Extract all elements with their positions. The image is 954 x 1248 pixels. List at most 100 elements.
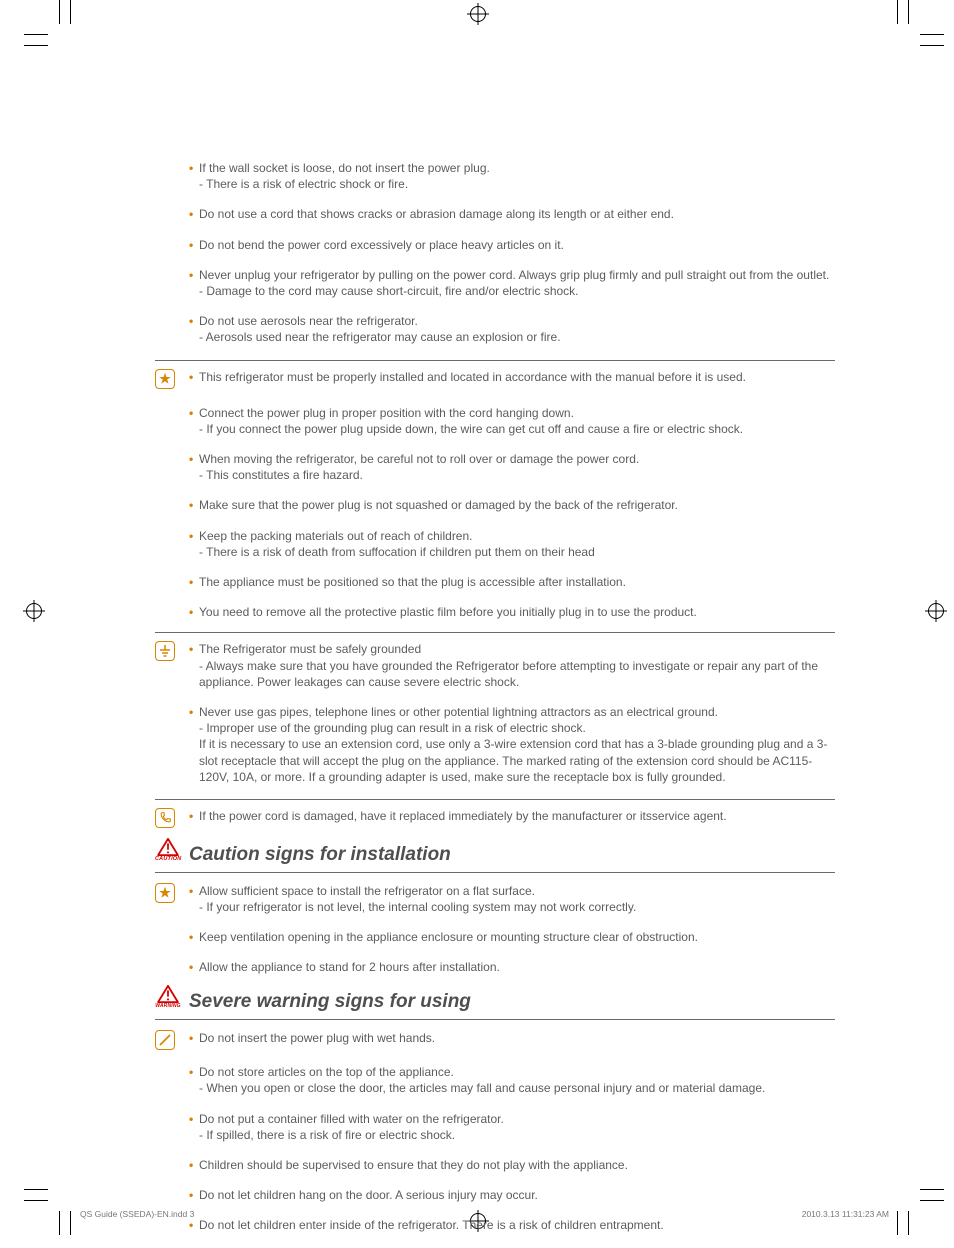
page: If the wall socket is loose, do not inse…	[0, 0, 954, 1235]
crop-mark-icon	[920, 1200, 944, 1201]
page-footer: QS Guide (SSEDA)-EN.indd 3 2010.3.13 11:…	[80, 1209, 889, 1220]
crop-mark-icon	[897, 0, 898, 24]
bullet-item: Never unplug your refrigerator by pullin…	[189, 267, 835, 299]
sub-list: There is a risk of electric shock or fir…	[199, 176, 835, 192]
bullet-text: Do not let children enter inside of the …	[199, 1218, 664, 1232]
crop-mark-icon	[24, 34, 48, 35]
bullet-text: Do not let children hang on the door. A …	[199, 1188, 538, 1202]
star-icon: ★	[155, 369, 175, 389]
footer-timestamp: 2010.3.13 11:31:23 AM	[802, 1209, 889, 1220]
crop-mark-icon	[24, 1189, 48, 1190]
sub-list: This constitutes a fire hazard.	[199, 467, 835, 483]
sub-item: When you open or close the door, the art…	[199, 1080, 835, 1096]
bullet-item: Do not store articles on the top of the …	[189, 1064, 835, 1096]
bullet-item: Connect the power plug in proper positio…	[189, 405, 835, 437]
bullet-text: The Refrigerator must be safely grounded	[199, 642, 421, 656]
caution-label: CAUTION	[155, 856, 181, 863]
bullet-group: ★ This refrigerator must be properly ins…	[155, 369, 835, 634]
bullet-group: The Refrigerator must be safely grounded…	[155, 641, 835, 800]
divider	[155, 632, 835, 633]
bullet-text: When moving the refrigerator, be careful…	[199, 452, 639, 466]
sub-list: If you connect the power plug upside dow…	[199, 421, 835, 437]
sub-item: There is a risk of electric shock or fir…	[199, 176, 835, 192]
sub-item: This constitutes a fire hazard.	[199, 467, 835, 483]
divider	[155, 799, 835, 800]
crop-mark-icon	[24, 1200, 48, 1201]
bullet-item: Do not let children hang on the door. A …	[189, 1187, 835, 1203]
bullet-item: Do not use a cord that shows cracks or a…	[189, 206, 835, 222]
bullet-item: If the wall socket is loose, do not inse…	[189, 160, 835, 192]
bullet-text: Keep ventilation opening in the applianc…	[199, 930, 698, 944]
bullet-text: Do not put a container filled with water…	[199, 1112, 504, 1126]
bullet-item: Children should be supervised to ensure …	[189, 1157, 835, 1173]
crop-mark-icon	[59, 1211, 60, 1235]
bullet-text: This refrigerator must be properly insta…	[199, 370, 746, 384]
sub-item: There is a risk of death from suffocatio…	[199, 544, 835, 560]
sub-list: Damage to the cord may cause short-circu…	[199, 283, 835, 299]
registration-mark-icon	[26, 603, 42, 619]
sub-list: Always make sure that you have grounded …	[199, 658, 835, 690]
bullet-text: Do not store articles on the top of the …	[199, 1065, 454, 1079]
bullet-list: Allow sufficient space to install the re…	[189, 883, 835, 976]
section-heading-caution: CAUTION Caution signs for installation	[155, 842, 835, 873]
bullet-item: Make sure that the power plug is not squ…	[189, 497, 835, 513]
bullet-list: This refrigerator must be properly insta…	[189, 369, 835, 621]
bullet-text: If the wall socket is loose, do not inse…	[199, 161, 490, 175]
warning-triangle-icon: WARNING	[155, 985, 181, 1010]
bullet-item: If the power cord is damaged, have it re…	[189, 808, 835, 824]
caution-triangle-icon: CAUTION	[155, 838, 181, 863]
section-title: Severe warning signs for using	[189, 991, 471, 1012]
bullet-list: Do not insert the power plug with wet ha…	[189, 1030, 835, 1234]
section-heading-warning: WARNING Severe warning signs for using	[155, 989, 835, 1020]
registration-mark-icon	[470, 6, 486, 22]
section-title: Caution signs for installation	[189, 844, 451, 865]
crop-mark-icon	[920, 34, 944, 35]
sub-item: Always make sure that you have grounded …	[199, 658, 835, 690]
crop-mark-icon	[897, 1211, 898, 1235]
phone-icon	[155, 808, 175, 828]
bullet-text: Make sure that the power plug is not squ…	[199, 498, 678, 512]
bullet-list: If the power cord is damaged, have it re…	[189, 808, 835, 824]
bullet-item: When moving the refrigerator, be careful…	[189, 451, 835, 483]
bullet-list: If the wall socket is loose, do not inse…	[189, 160, 835, 346]
bullet-item: Allow sufficient space to install the re…	[189, 883, 835, 915]
sub-item: Aerosols used near the refrigerator may …	[199, 329, 835, 345]
bullet-text: You need to remove all the protective pl…	[199, 605, 697, 619]
crop-mark-icon	[908, 1211, 909, 1235]
sub-item: If spilled, there is a risk of fire or e…	[199, 1127, 835, 1143]
sub-item: If you connect the power plug upside dow…	[199, 421, 835, 437]
crop-mark-icon	[59, 0, 60, 24]
bullet-item: The appliance must be positioned so that…	[189, 574, 835, 590]
divider	[155, 360, 835, 361]
bullet-text: Do not bend the power cord excessively o…	[199, 238, 564, 252]
registration-mark-icon	[928, 603, 944, 619]
bullet-text: Never unplug your refrigerator by pullin…	[199, 268, 829, 282]
bullet-item: Do not bend the power cord excessively o…	[189, 237, 835, 253]
bullet-group: If the power cord is damaged, have it re…	[155, 808, 835, 824]
sub-item: If your refrigerator is not level, the i…	[199, 899, 835, 915]
bullet-item: You need to remove all the protective pl…	[189, 604, 835, 620]
bullet-text: Do not use aerosols near the refrigerato…	[199, 314, 418, 328]
warning-label: WARNING	[155, 1003, 181, 1010]
sub-list: There is a risk of death from suffocatio…	[199, 544, 835, 560]
sub-item: Improper use of the grounding plug can r…	[199, 720, 835, 736]
bullet-group: ★ Allow sufficient space to install the …	[155, 883, 835, 976]
divider	[155, 872, 835, 873]
crop-mark-icon	[24, 45, 48, 46]
ground-icon	[155, 641, 175, 661]
bullet-item: Never use gas pipes, telephone lines or …	[189, 704, 835, 785]
bullet-item: Do not insert the power plug with wet ha…	[189, 1030, 835, 1046]
bullet-text: Allow sufficient space to install the re…	[199, 884, 535, 898]
bullet-item: Keep ventilation opening in the applianc…	[189, 929, 835, 945]
bullet-text: Allow the appliance to stand for 2 hours…	[199, 960, 500, 974]
footer-file: QS Guide (SSEDA)-EN.indd 3	[80, 1209, 194, 1220]
bullet-item: This refrigerator must be properly insta…	[189, 369, 835, 385]
bullet-text: Do not insert the power plug with wet ha…	[199, 1031, 435, 1045]
bullet-group: Do not insert the power plug with wet ha…	[155, 1030, 835, 1234]
bullet-item: Do not use aerosols near the refrigerato…	[189, 313, 835, 345]
star-icon: ★	[155, 883, 175, 903]
crop-mark-icon	[920, 1189, 944, 1190]
sub-paragraph: If it is necessary to use an extension c…	[199, 736, 835, 785]
main-content: If the wall socket is loose, do not inse…	[155, 160, 835, 1248]
crop-mark-icon	[908, 0, 909, 24]
